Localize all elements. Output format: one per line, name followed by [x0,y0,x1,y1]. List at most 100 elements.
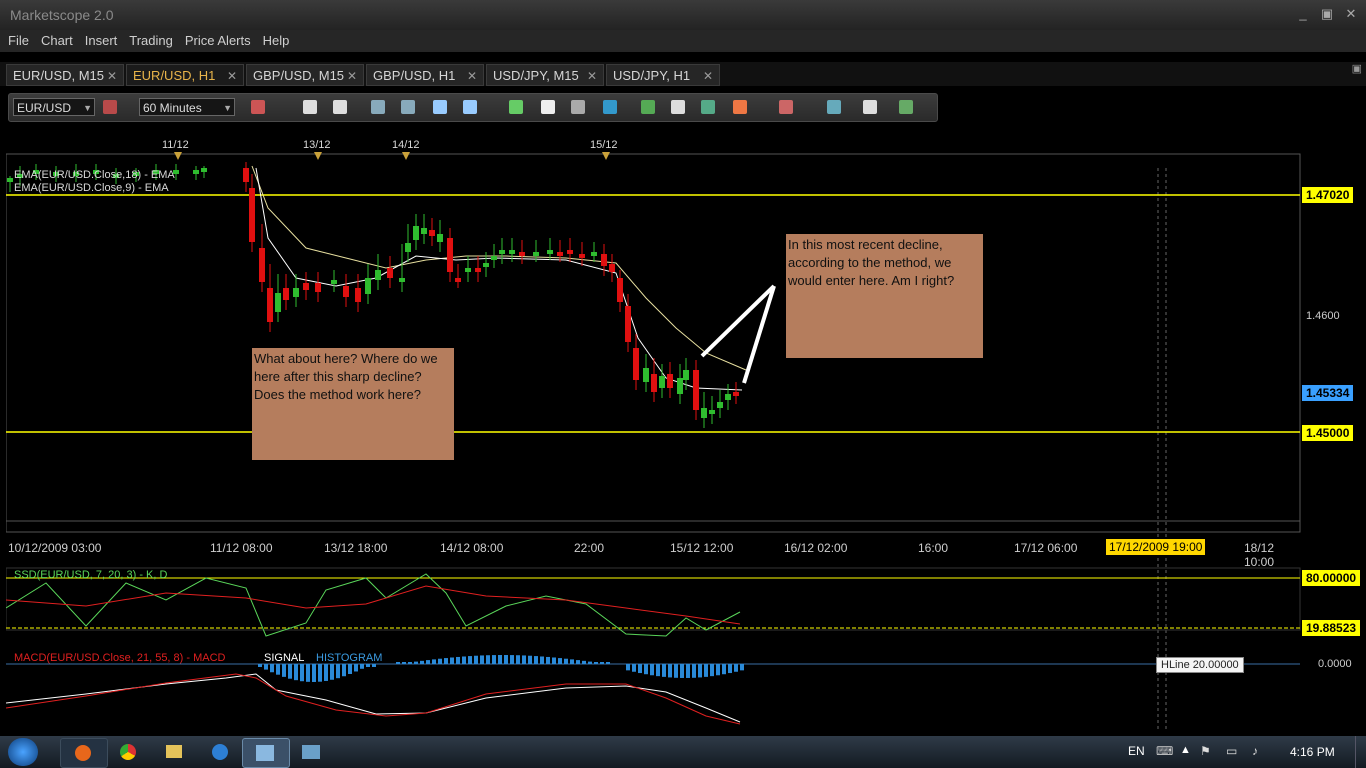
candle-body [547,250,553,254]
network-icon[interactable]: ▭ [1226,744,1237,758]
marker-icon[interactable] [779,100,793,114]
close-tab-icon[interactable]: ✕ [467,65,477,87]
annotation-note-right: In this most recent decline, according t… [786,234,983,358]
language-indicator[interactable]: EN [1128,744,1145,758]
chart-area[interactable]: 11/12 13/12 14/12 15/12 EMA(EUR/USD.Clos… [6,138,1361,730]
title-bar: Marketscope 2.0 _ ▣ ✕ [0,0,1366,30]
window-title: Marketscope 2.0 [10,7,114,23]
indicator-icon[interactable] [701,100,715,114]
show-desktop-button[interactable] [1355,736,1366,768]
close-tab-icon[interactable]: ✕ [227,65,237,87]
tab-eurusd-m15[interactable]: EUR/USD, M15 ✕ [6,64,124,86]
menu-file[interactable]: File [0,30,33,52]
abc-tool-icon[interactable] [827,100,841,114]
histogram-bar [668,664,672,678]
taskbar-app-button[interactable] [290,738,336,766]
globe-icon[interactable] [603,100,617,114]
tab-gbpusd-h1[interactable]: GBP/USD, H1 ✕ [366,64,484,86]
candle-body [201,168,207,172]
panel-restore-icon[interactable]: ▣ [1352,62,1362,75]
action-center-icon[interactable]: ⚑ [1200,744,1211,758]
tab-gbpusd-m15[interactable]: GBP/USD, M15 ✕ [246,64,364,86]
close-tab-icon[interactable]: ✕ [587,65,597,87]
taskbar-chrome-button[interactable] [110,738,156,766]
candle-body [267,288,273,322]
start-button[interactable] [8,738,38,766]
candle-body [659,376,665,388]
ssd-upper-label: 80.00000 [1302,570,1361,586]
restore-button[interactable]: ▣ [1318,6,1336,22]
menu-help[interactable]: Help [255,30,294,52]
candle-body [475,268,481,272]
price-chart[interactable] [6,138,1302,730]
tab-usdjpy-h1[interactable]: USD/JPY, H1 ✕ [606,64,720,86]
layout-icon[interactable] [899,100,913,114]
app-icon [302,745,320,759]
histogram-bar [546,656,550,664]
keyboard-icon[interactable]: ⌨ [1156,744,1173,758]
candle-body [243,168,249,182]
top-date-4: 15/12 [590,139,618,151]
histogram-bar [576,660,580,664]
eraser-icon[interactable] [863,100,877,114]
close-tab-icon[interactable]: ✕ [107,65,117,87]
histogram-bar [354,664,358,672]
candle-body [651,374,657,392]
menu-trading[interactable]: Trading [121,30,177,52]
taskbar-firefox-button[interactable] [60,738,108,768]
histogram-bar [638,664,642,674]
candle-body [343,286,349,297]
symbol-select[interactable]: EUR/USD ▼ [13,98,95,116]
histogram-bar [444,658,448,664]
marketscope-window: Marketscope 2.0 _ ▣ ✕ File Chart Insert … [0,0,1366,768]
tab-usdjpy-m15[interactable]: USD/JPY, M15 ✕ [486,64,604,86]
zoom-out-icon[interactable] [401,100,415,114]
timeframe-select[interactable]: 60 Minutes ▼ [139,98,235,116]
histogram-bar [656,664,660,677]
candle-body [387,268,393,278]
taskbar-marketscope-button[interactable] [242,738,290,768]
line-tool-icon[interactable] [733,100,747,114]
tab-eurusd-h1[interactable]: EUR/USD, H1 ✕ [126,64,244,86]
text-tool-icon[interactable] [671,100,685,114]
picture-icon[interactable] [641,100,655,114]
histogram-bar [288,664,292,679]
taskbar-explorer-button[interactable] [158,738,204,766]
candle-body [293,288,299,297]
tab-label: GBP/USD, M15 [253,68,345,83]
candle-body [365,278,371,294]
crosshair-icon[interactable] [463,100,477,114]
histogram-bar [734,664,738,672]
histogram-bar [486,655,490,664]
scale-icon[interactable] [509,100,523,114]
menu-chart[interactable]: Chart [33,30,77,52]
clock[interactable]: 4:16 PM [1290,745,1335,759]
x-axis-label-6: 15/12 12:00 [670,541,734,555]
chart-type-icon[interactable] [251,100,265,114]
x-axis-label-7: 16/12 02:00 [784,541,848,555]
zoom-in-icon[interactable] [371,100,385,114]
close-button[interactable]: ✕ [1342,6,1360,22]
candle-view-icon[interactable] [303,100,317,114]
candle-body [303,283,309,290]
close-tab-icon[interactable]: ✕ [703,65,713,87]
menu-insert[interactable]: Insert [77,30,122,52]
candle-body [465,268,471,272]
close-tab-icon[interactable]: ✕ [347,65,357,87]
properties-icon[interactable] [541,100,555,114]
minimize-button[interactable]: _ [1294,6,1312,22]
ema-18-line [251,165,747,371]
bar-view-icon[interactable] [333,100,347,114]
candle-body [709,410,715,414]
menu-price-alerts[interactable]: Price Alerts [177,30,255,52]
cursor-icon[interactable] [433,100,447,114]
price-axis-label: 1.4600 [1306,310,1340,322]
eye-icon[interactable] [571,100,585,114]
link-icon[interactable] [103,100,117,114]
histogram-bar [632,664,636,672]
show-hidden-icons-icon[interactable]: ▲ [1180,744,1191,756]
volume-icon[interactable]: ♪ [1252,744,1258,758]
top-date-1: 11/12 [162,139,189,151]
histogram-bar [348,664,352,674]
x-axis-label-8: 16:00 [918,541,949,555]
